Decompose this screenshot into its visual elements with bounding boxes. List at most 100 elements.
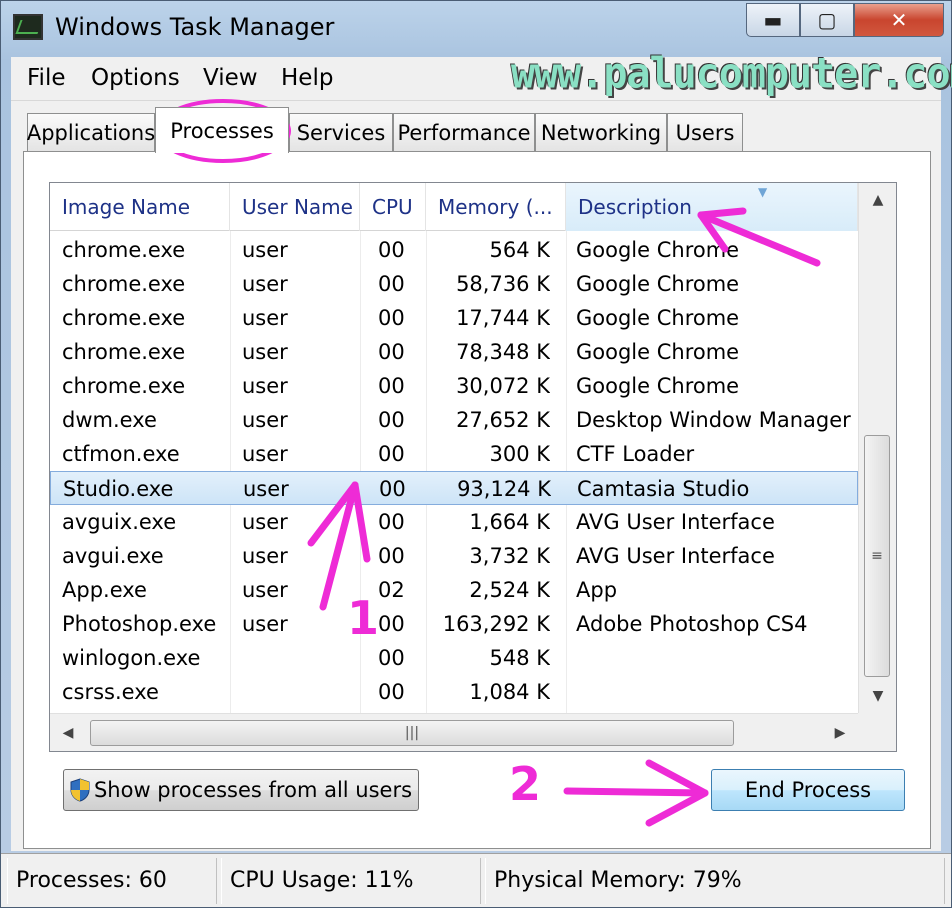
table-row[interactable]: Photoshop.exe user 00 163,292 K Adobe Photos… — [50, 607, 858, 641]
description-cell: Adobe Photoshop CS4 — [576, 612, 808, 636]
description-cell: Desktop Window Manager — [576, 408, 851, 432]
minimize-button[interactable]: ▬ — [746, 3, 800, 37]
memory-cell: 27,652 K — [456, 408, 550, 432]
process-name-cell: chrome.exe — [62, 238, 186, 262]
user-name-cell: user — [242, 238, 288, 262]
scroll-up-icon[interactable]: ▲ — [859, 183, 897, 217]
cpu-cell: 00 — [378, 408, 405, 432]
cpu-cell: 00 — [379, 477, 406, 501]
tab-applications[interactable]: Applications — [27, 113, 155, 151]
cpu-cell: 00 — [378, 306, 405, 330]
step-1-label: 1 — [347, 591, 380, 645]
process-name-cell: dwm.exe — [62, 408, 157, 432]
table-row[interactable]: avgui.exe user 00 3,732 K AVG User Interface — [50, 539, 858, 573]
process-name-cell: Photoshop.exe — [62, 612, 217, 636]
table-row[interactable]: ctfmon.exe user 00 300 K CTF Loader — [50, 437, 858, 471]
description-cell — [576, 675, 866, 709]
user-name-cell: user — [242, 578, 288, 602]
watermark-text: www.palucomputer.com — [511, 49, 952, 99]
cpu-cell: 00 — [378, 374, 405, 398]
column-header-memory[interactable]: Memory (... — [426, 183, 566, 231]
user-name-cell: user — [242, 544, 288, 568]
process-rows: chrome.exe user 00 564 K Google Chrome chrome… — [50, 233, 858, 709]
cpu-cell: 00 — [378, 238, 405, 262]
table-row[interactable]: chrome.exe user 00 17,744 K Google Chrome — [50, 301, 858, 335]
user-name-cell — [242, 675, 362, 709]
description-cell: App — [576, 578, 618, 602]
tab-processes[interactable]: Processes — [155, 107, 289, 153]
table-row[interactable]: dwm.exe user 00 27,652 K Desktop Window Mana… — [50, 403, 858, 437]
menu-view[interactable]: View — [203, 65, 258, 91]
show-all-processes-label: Show processes from all users — [93, 778, 413, 802]
show-all-processes-button[interactable]: Show processes from all users — [63, 769, 419, 811]
vertical-scroll-thumb[interactable]: ≡ — [864, 435, 890, 677]
table-row[interactable]: csrss.exe 00 1,084 K — [50, 675, 858, 709]
memory-cell: 2,524 K — [469, 578, 550, 602]
process-name-cell: winlogon.exe — [62, 646, 201, 670]
scroll-down-icon[interactable]: ▼ — [859, 679, 897, 713]
table-row[interactable]: avguix.exe user 00 1,664 K AVG User Interfac… — [50, 505, 858, 539]
scroll-right-icon[interactable]: ▶ — [822, 714, 858, 752]
column-header-image-name[interactable]: Image Name — [50, 183, 230, 231]
description-cell — [576, 641, 866, 675]
memory-cell: 300 K — [489, 442, 550, 466]
process-name-cell: chrome.exe — [62, 272, 186, 296]
table-row[interactable]: chrome.exe user 00 564 K Google Chrome — [50, 233, 858, 267]
table-row-selected[interactable]: Studio.exe user 00 93,124 K Camtasia Studio — [50, 471, 858, 505]
close-button[interactable]: ✕ — [854, 3, 944, 37]
cpu-cell: 00 — [378, 646, 405, 670]
process-name-cell: avguix.exe — [62, 510, 177, 534]
tab-networking[interactable]: Networking — [535, 113, 667, 151]
uac-shield-icon — [70, 778, 90, 802]
column-header-cpu[interactable]: CPU — [360, 183, 426, 231]
user-name-cell: user — [242, 612, 288, 636]
cpu-cell: 00 — [378, 272, 405, 296]
sort-arrow-icon: ▼ — [758, 185, 768, 199]
column-header-user-name[interactable]: User Name — [230, 183, 360, 231]
table-row[interactable]: chrome.exe user 00 78,348 K Google Chrome — [50, 335, 858, 369]
column-header-description[interactable]: Description — [566, 183, 858, 231]
window-title: Windows Task Manager — [55, 13, 335, 41]
maximize-button[interactable]: ▢ — [800, 3, 854, 37]
tab-performance[interactable]: Performance — [393, 113, 535, 151]
horizontal-scrollbar[interactable]: ◀ ||| ▶ — [50, 713, 858, 751]
memory-cell: 548 K — [489, 646, 550, 670]
menu-options[interactable]: Options — [91, 65, 180, 91]
horizontal-scroll-thumb[interactable]: ||| — [90, 720, 734, 746]
memory-cell: 1,084 K — [469, 680, 550, 704]
table-row[interactable]: App.exe user 02 2,524 K App — [50, 573, 858, 607]
table-row[interactable]: chrome.exe user 00 30,072 K Google Chrome — [50, 369, 858, 403]
description-cell: CTF Loader — [576, 442, 695, 466]
table-row[interactable]: winlogon.exe 00 548 K — [50, 641, 858, 675]
user-name-cell: user — [243, 477, 289, 501]
memory-cell: 93,124 K — [457, 477, 551, 501]
title-bar[interactable]: Windows Task Manager ▬ ▢ ✕ — [1, 1, 951, 55]
cpu-cell: 00 — [378, 442, 405, 466]
process-list[interactable]: Image Name User Name CPU Memory (... Des… — [49, 182, 897, 752]
end-process-button[interactable]: End Process — [711, 769, 905, 811]
scroll-left-icon[interactable]: ◀ — [50, 714, 86, 752]
status-cpu-usage: CPU Usage: 11% — [221, 858, 481, 904]
process-name-cell: ctfmon.exe — [62, 442, 180, 466]
memory-cell: 3,732 K — [469, 544, 550, 568]
menu-help[interactable]: Help — [281, 65, 333, 91]
tab-services[interactable]: Services — [289, 113, 393, 151]
memory-cell: 78,348 K — [456, 340, 550, 364]
status-bar: Processes: 60 CPU Usage: 11% Physical Me… — [1, 853, 951, 907]
memory-cell: 58,736 K — [456, 272, 550, 296]
description-cell: Google Chrome — [576, 272, 740, 296]
user-name-cell — [242, 641, 362, 675]
description-cell: Google Chrome — [576, 238, 740, 262]
menu-file[interactable]: File — [27, 65, 66, 91]
vertical-scrollbar[interactable]: ▲ ≡ ▼ — [858, 183, 896, 713]
status-physical-memory: Physical Memory: 79% — [485, 858, 945, 904]
process-name-cell: avgui.exe — [62, 544, 164, 568]
user-name-cell: user — [242, 272, 288, 296]
cpu-cell: 00 — [378, 612, 405, 636]
table-row[interactable]: chrome.exe user 00 58,736 K Google Chrome — [50, 267, 858, 301]
description-cell: Google Chrome — [576, 374, 740, 398]
cpu-cell: 00 — [378, 340, 405, 364]
user-name-cell: user — [242, 510, 288, 534]
tab-users[interactable]: Users — [667, 113, 743, 151]
description-cell: Google Chrome — [576, 306, 740, 330]
